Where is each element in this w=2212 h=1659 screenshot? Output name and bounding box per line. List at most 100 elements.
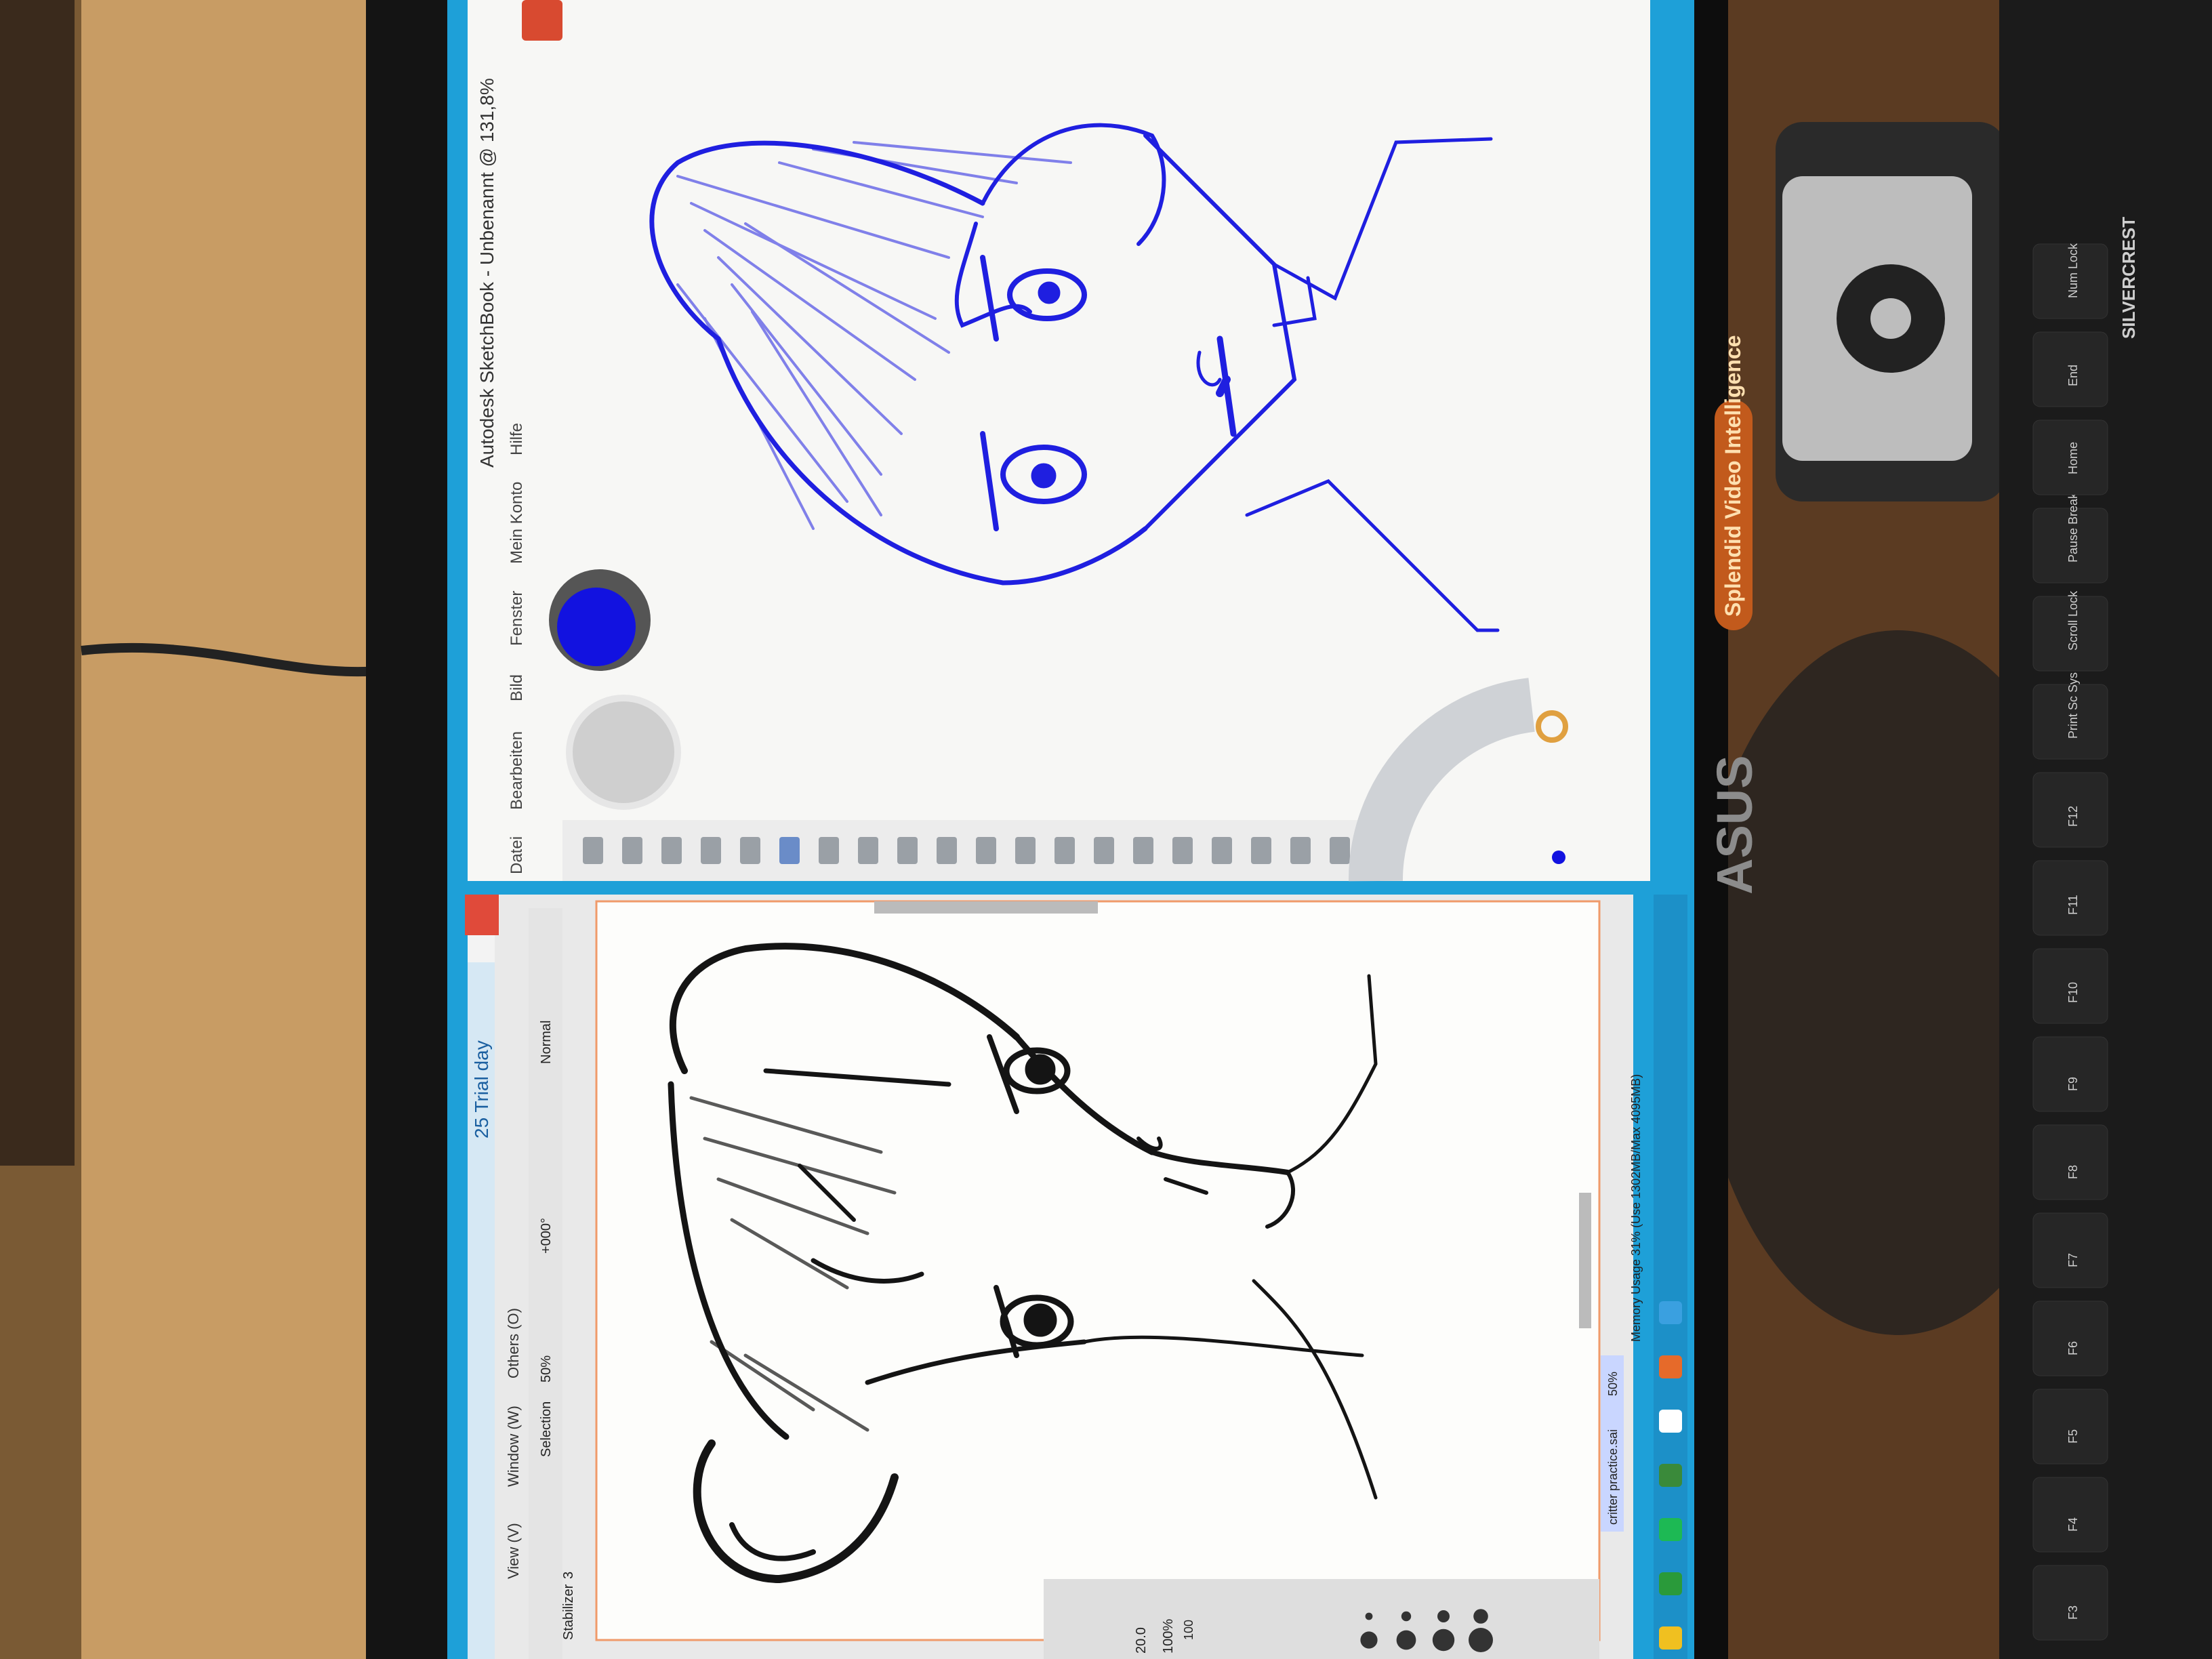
sai-menu-item[interactable]: Window (W) (505, 1406, 522, 1487)
keyboard-key-label: F8 (2066, 1165, 2080, 1179)
sai-opacity[interactable]: 100% (1161, 1619, 1176, 1654)
keyboard-key (2032, 1124, 2108, 1200)
sai-menubar: View (V) Window (W) Others (O) (505, 1308, 522, 1579)
keyboard-key-label: Num Lock (2066, 243, 2080, 298)
current-color-dot (1552, 851, 1565, 864)
brush-icon[interactable] (1133, 837, 1153, 864)
brush-icon[interactable] (819, 837, 839, 864)
taskbar-app-icon[interactable] (1659, 1626, 1682, 1650)
sai-file-tab-name: critter practice.sai (1606, 1429, 1620, 1525)
brush-size-dot[interactable] (1401, 1611, 1412, 1622)
brush-icon[interactable] (976, 837, 996, 864)
brush-size-dot[interactable] (1473, 1609, 1488, 1624)
speaker-edge (0, 0, 75, 1166)
sketchbook-menu-item[interactable]: Bild (508, 674, 526, 701)
sai-maximize-button[interactable] (468, 935, 495, 962)
keyboard-key-label: F4 (2066, 1517, 2080, 1532)
sai-titlebar (468, 895, 495, 1659)
brush-icon[interactable] (937, 837, 957, 864)
brush-icon[interactable] (661, 837, 682, 864)
sai-canvas[interactable] (595, 900, 1601, 1641)
keyboard-key-label: F10 (2066, 982, 2080, 1003)
brush-size-dot[interactable] (1469, 1628, 1493, 1652)
taskbar-app-icon[interactable] (1659, 1464, 1682, 1487)
sketchbook-menu-item[interactable]: Hilfe (508, 423, 526, 455)
brush-icon[interactable] (583, 837, 603, 864)
brush-icon[interactable] (740, 837, 760, 864)
keyboard-key-label: Pause Break (2066, 492, 2080, 562)
keyboard-key (2032, 1565, 2108, 1641)
taskbar (1654, 895, 1687, 1659)
keyboard-key-label: Home (2066, 442, 2080, 474)
brush-icon[interactable] (1054, 837, 1075, 864)
keyboard-key (2032, 1212, 2108, 1288)
keyboard-key (2032, 1477, 2108, 1553)
sketchbook-menu-item[interactable]: Bearbeiten (508, 731, 526, 810)
brush-size-dot[interactable] (1432, 1629, 1455, 1652)
monitor-brand: ASUS (1706, 755, 1763, 895)
keyboard-key-label: F7 (2066, 1253, 2080, 1267)
brush-icon[interactable] (622, 837, 642, 864)
sketchbook-menu-item[interactable]: Fenster (508, 591, 526, 646)
sai-title: 25 Trial day (471, 1040, 492, 1139)
taskbar-app-icon[interactable] (1659, 1355, 1682, 1378)
keyboard-key (2032, 1036, 2108, 1112)
sai-status-memory: Memory Usage 31% (Use 1302MB/Max 4095MB) (1629, 1074, 1643, 1342)
keyboard-key-label: F11 (2066, 895, 2080, 915)
brush-icon[interactable] (1290, 837, 1311, 864)
keyboard-key-label: F6 (2066, 1341, 2080, 1355)
sai-density[interactable]: 100 (1182, 1620, 1195, 1640)
sai-scrollbar-vertical[interactable] (1579, 1193, 1591, 1328)
brush-size-dot[interactable] (1437, 1610, 1450, 1622)
brush-icon[interactable] (1015, 837, 1036, 864)
brush-icon[interactable] (779, 837, 800, 864)
brush-icon[interactable] (1172, 837, 1193, 864)
photo-scene: F3F4F5F6F7F8F9F10F11F12Print Sc Sys RqSc… (0, 0, 2212, 1659)
keyboard-key-label: End (2066, 365, 2080, 386)
sai-stabilizer-label: Stabilizer (561, 1584, 576, 1640)
sai-brush-size[interactable]: 20.0 (1134, 1627, 1149, 1654)
svg-text:Splendid Video Intelligence: Splendid Video Intelligence (1721, 335, 1745, 617)
keyboard-key (2032, 1300, 2108, 1376)
sketchbook-title: Autodesk SketchBook - Unbenannt @ 131,8% (476, 78, 497, 468)
taskbar-app-icon[interactable] (1659, 1572, 1682, 1595)
brush-icon[interactable] (1330, 837, 1350, 864)
sai-zoom[interactable]: 50% (539, 1355, 554, 1382)
sai-close-button[interactable] (465, 895, 499, 935)
color-puck[interactable] (557, 588, 636, 666)
brush-icon[interactable] (897, 837, 918, 864)
brush-icon[interactable] (1094, 837, 1114, 864)
sketchbook-menu-item[interactable]: Mein Konto (508, 482, 526, 564)
brush-puck[interactable] (566, 695, 681, 810)
brush-icon[interactable] (701, 837, 721, 864)
taskbar-app-icon[interactable] (1659, 1301, 1682, 1324)
sketchbook-close-button[interactable] (522, 0, 562, 41)
sai-angle[interactable]: +000° (539, 1218, 554, 1254)
taskbar-app-icon[interactable] (1659, 1410, 1682, 1433)
sai-selection-label: Selection (539, 1401, 554, 1457)
sai-file-tab-zoom: 50% (1606, 1372, 1620, 1396)
sai-stabilizer-value[interactable]: 3 (561, 1572, 576, 1579)
sketchbook-menu-item[interactable]: Datei (508, 836, 526, 874)
sai-menu-item[interactable]: Others (O) (505, 1308, 522, 1378)
sai-scrollbar-horizontal[interactable] (874, 901, 1098, 914)
brush-size-dot[interactable] (1396, 1630, 1416, 1650)
sketchbook-brush-palette[interactable] (562, 820, 1369, 881)
remote-button-center (1870, 298, 1911, 339)
sai-tool-panel (1044, 1579, 1599, 1659)
keyboard-key-label: F3 (2066, 1605, 2080, 1620)
brush-size-dot[interactable] (1360, 1631, 1378, 1649)
taskbar-app-icon[interactable] (1659, 1518, 1682, 1541)
keyboard-key (2032, 1389, 2108, 1465)
keyboard-brand: SILVERCREST (2118, 217, 2139, 339)
keyboard-key-label: F5 (2066, 1429, 2080, 1443)
keyboard-key-label: Scroll Lock (2066, 590, 2080, 651)
brush-icon[interactable] (1212, 837, 1232, 864)
brush-icon[interactable] (1251, 837, 1271, 864)
sai-menu-item[interactable]: View (V) (505, 1523, 522, 1579)
brush-icon[interactable] (858, 837, 878, 864)
sai-blend-mode[interactable]: Normal (539, 1021, 554, 1064)
keyboard-key-label: F12 (2066, 806, 2080, 827)
brush-size-dot[interactable] (1365, 1612, 1373, 1620)
keyboard-key-label: F9 (2066, 1077, 2080, 1091)
